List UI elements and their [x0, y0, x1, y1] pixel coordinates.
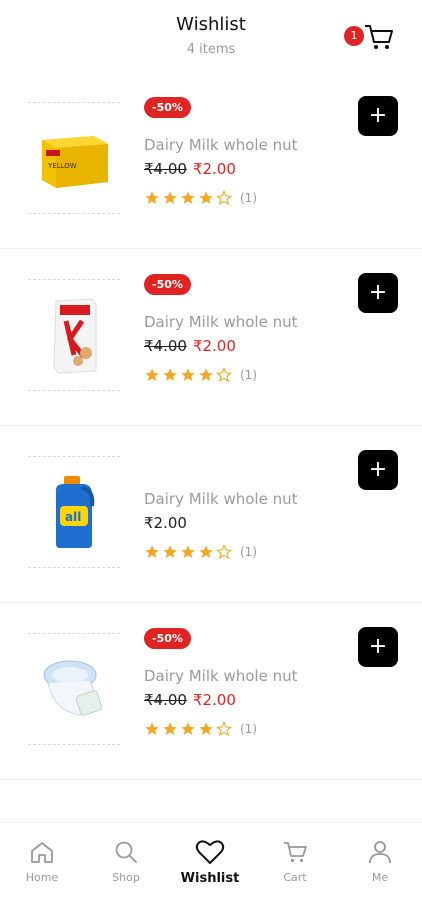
tab-me[interactable]: Me	[338, 839, 422, 884]
sale-price: ₹2.00	[192, 337, 236, 355]
wishlist: YELLOW -50% Dairy Milk whole nut ₹4.00 ₹2…	[0, 72, 422, 780]
product-name[interactable]: Dairy Milk whole nut	[144, 313, 297, 331]
star-filled-icon	[181, 545, 195, 558]
star-empty-icon	[216, 544, 232, 560]
tab-home[interactable]: Home	[0, 839, 84, 884]
cart-button[interactable]	[362, 20, 396, 54]
sale-price: ₹2.00	[192, 160, 236, 178]
product-name[interactable]: Dairy Milk whole nut	[144, 667, 297, 685]
cart-icon	[365, 25, 393, 49]
svg-text:all: all	[65, 510, 81, 524]
tab-wishlist[interactable]: Wishlist	[168, 839, 252, 886]
old-price: ₹4.00	[144, 691, 187, 709]
tab-shop[interactable]: Shop	[84, 839, 168, 884]
add-to-cart-button[interactable]: +	[358, 627, 398, 667]
star-filled-icon	[145, 545, 159, 558]
product-name[interactable]: Dairy Milk whole nut	[144, 136, 297, 154]
list-item[interactable]: -50% Dairy Milk whole nut ₹4.00 ₹2.00 (1)…	[0, 249, 422, 426]
tea-box-icon: YELLOW	[42, 136, 108, 188]
price-block: ₹4.00 ₹2.00	[144, 160, 236, 178]
rating: (1)	[144, 721, 257, 737]
user-icon	[369, 841, 391, 864]
star-filled-icon	[163, 722, 177, 735]
star-empty-icon	[216, 190, 232, 206]
search-icon	[115, 841, 137, 863]
star-filled-icon	[163, 191, 177, 204]
star-filled-icon	[145, 191, 159, 204]
list-item[interactable]: -50% Dairy Milk whole nut ₹4.00 ₹2.00 (1)…	[0, 603, 422, 780]
tab-label: Wishlist	[180, 871, 240, 886]
price: ₹2.00	[144, 514, 187, 532]
cereal-box-icon	[53, 298, 97, 374]
tab-label: Cart	[283, 871, 307, 884]
star-filled-icon	[199, 545, 213, 558]
star-filled-icon	[163, 368, 177, 381]
add-to-cart-button[interactable]: +	[358, 273, 398, 313]
tab-label: Me	[371, 871, 389, 884]
rating: (1)	[144, 190, 257, 206]
star-filled-icon	[181, 368, 195, 381]
star-filled-icon	[145, 368, 159, 381]
home-icon	[31, 842, 53, 863]
list-item[interactable]: YELLOW -50% Dairy Milk whole nut ₹4.00 ₹2…	[0, 72, 422, 249]
discount-badge: -50%	[144, 628, 191, 649]
product-image[interactable]	[28, 631, 120, 747]
star-filled-icon	[181, 191, 195, 204]
rating-count: (1)	[240, 191, 257, 205]
rating-count: (1)	[240, 722, 257, 736]
product-image[interactable]: all	[28, 454, 120, 570]
diapers-pack-icon	[43, 660, 103, 716]
product-image[interactable]	[28, 277, 120, 393]
sale-price: ₹2.00	[192, 691, 236, 709]
star-filled-icon	[199, 191, 213, 204]
cart-icon	[284, 842, 307, 863]
star-filled-icon	[181, 722, 195, 735]
rating: (1)	[144, 544, 257, 560]
star-filled-icon	[145, 722, 159, 735]
svg-text:YELLOW: YELLOW	[47, 162, 77, 170]
tab-label: Shop	[112, 871, 140, 884]
discount-badge: -50%	[144, 274, 191, 295]
star-empty-icon	[216, 367, 232, 383]
list-item[interactable]: all Dairy Milk whole nut ₹2.00 (1) +	[0, 426, 422, 603]
price-block: ₹4.00 ₹2.00	[144, 691, 236, 709]
add-to-cart-button[interactable]: +	[358, 96, 398, 136]
star-filled-icon	[199, 722, 213, 735]
bottom-tab-bar: Home Shop Wishlist Cart Me	[0, 822, 422, 900]
rating-count: (1)	[240, 545, 257, 559]
old-price: ₹4.00	[144, 337, 187, 355]
product-image[interactable]: YELLOW	[28, 100, 120, 216]
cart-badge: 1	[344, 26, 364, 46]
tab-label: Home	[25, 871, 59, 884]
detergent-bottle-icon: all	[56, 476, 95, 548]
star-empty-icon	[216, 721, 232, 737]
rating: (1)	[144, 367, 257, 383]
price-block: ₹4.00 ₹2.00	[144, 337, 236, 355]
add-to-cart-button[interactable]: +	[358, 450, 398, 490]
tab-cart[interactable]: Cart	[253, 839, 337, 884]
price-block: ₹2.00	[144, 514, 187, 532]
product-name[interactable]: Dairy Milk whole nut	[144, 490, 297, 508]
star-filled-icon	[199, 368, 213, 381]
rating-count: (1)	[240, 368, 257, 382]
discount-badge: -50%	[144, 97, 191, 118]
old-price: ₹4.00	[144, 160, 187, 178]
star-filled-icon	[163, 545, 177, 558]
app-header: Wishlist 4 items 1	[0, 0, 422, 72]
heart-icon	[195, 840, 225, 864]
